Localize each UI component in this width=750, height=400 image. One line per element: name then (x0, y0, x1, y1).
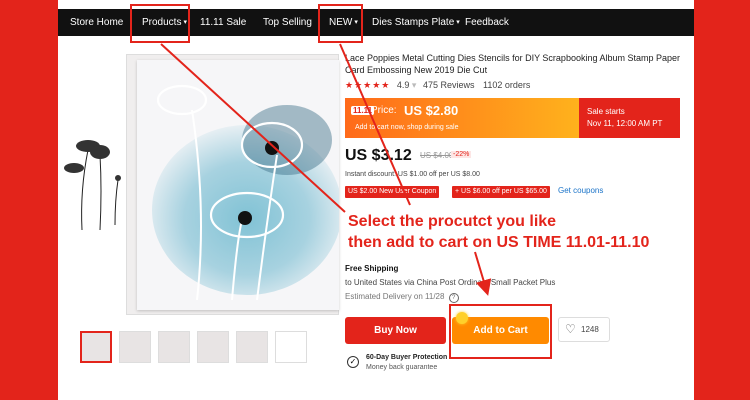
annotation-arrows (160, 43, 492, 296)
arrow-from-products (160, 43, 346, 213)
arrow-to-add-to-cart (474, 251, 492, 296)
arrow-from-new (339, 43, 411, 206)
